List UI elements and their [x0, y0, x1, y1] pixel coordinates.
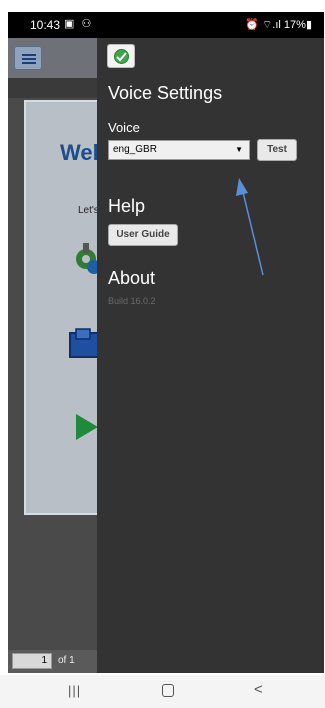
welcome-heading: Wel	[60, 140, 99, 165]
page-count-label: of 1	[58, 655, 75, 666]
status-time: 10:43	[30, 18, 61, 32]
status-bar: 10:43 ▣ ⚇ ⏰ ⌔.ıl 17%▮	[8, 12, 324, 38]
hamburger-icon	[22, 54, 36, 56]
back-icon[interactable]: <	[254, 681, 263, 698]
page-number-input[interactable]: 1	[12, 653, 52, 669]
navigation-bar: ||| <	[0, 675, 325, 708]
notification-icons: ▣ ⚇	[64, 18, 94, 30]
menu-button[interactable]	[14, 46, 42, 70]
home-icon[interactable]	[162, 684, 174, 697]
recents-icon[interactable]: |||	[68, 683, 81, 698]
settings-drawer: Voice Settings Voice eng_GBR ▼ Test Help…	[97, 38, 324, 673]
welcome-subtitle: Let's	[78, 205, 99, 216]
annotation-arrow-icon	[236, 178, 264, 276]
system-status-icons: ⏰ ⌔.ıl 17%▮	[245, 19, 312, 31]
